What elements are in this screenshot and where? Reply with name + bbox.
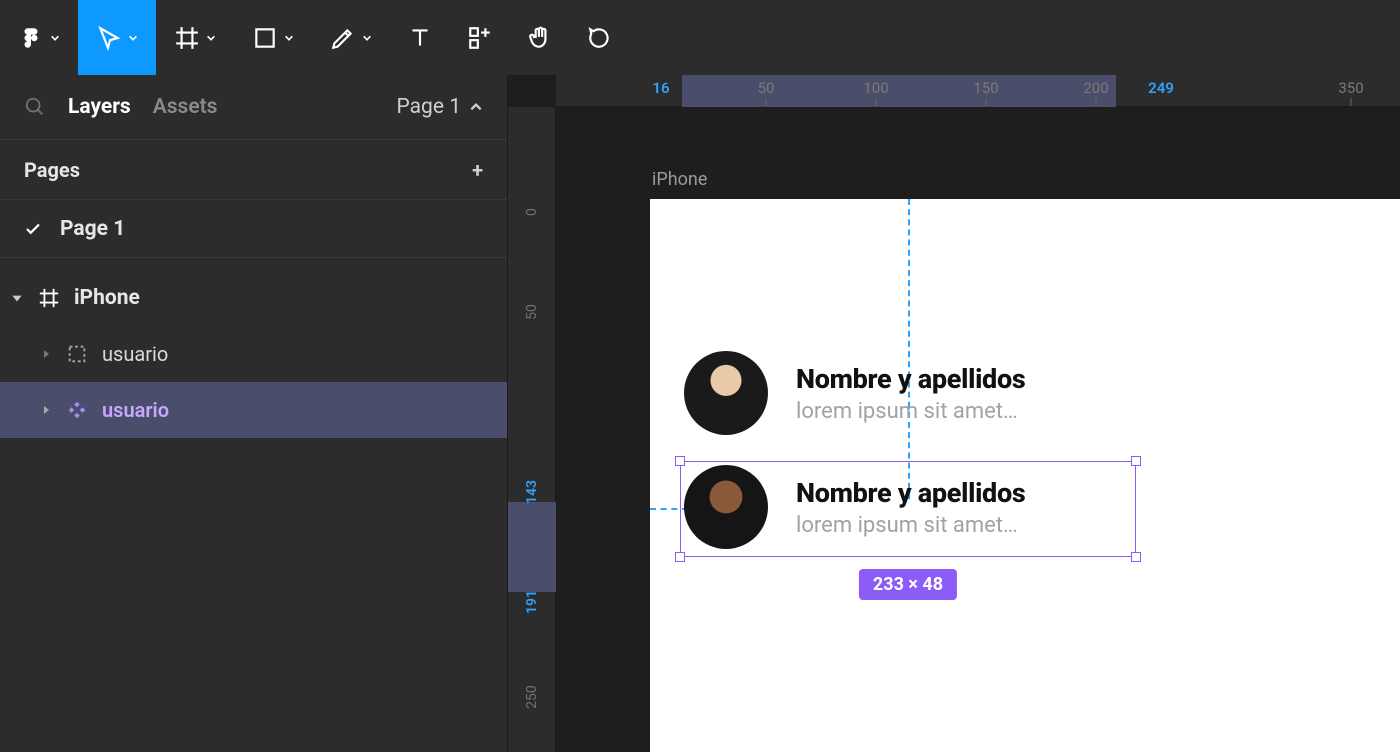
chevron-down-icon xyxy=(50,33,60,43)
text-icon xyxy=(407,25,433,51)
pen-icon xyxy=(330,25,356,51)
component-icon xyxy=(66,399,88,421)
toolbar xyxy=(0,0,1400,75)
frame-title[interactable]: iPhone xyxy=(652,169,707,190)
layer-frame-row[interactable]: iPhone xyxy=(0,270,507,326)
comment-icon xyxy=(587,25,613,51)
frame-tool-button[interactable] xyxy=(156,0,234,75)
vertical-ruler[interactable]: 0 50 143 191 250 xyxy=(508,107,556,752)
user-card-text: Nombre y apellidos lorem ipsum sit amet… xyxy=(796,363,1025,424)
layer-name: usuario xyxy=(102,342,168,366)
page-dropdown-label: Page 1 xyxy=(397,95,462,119)
resources-button[interactable] xyxy=(450,0,510,75)
figma-menu-button[interactable] xyxy=(0,0,78,75)
ruler-tick-label: 250 xyxy=(524,673,540,721)
ruler-tick-label: 200 xyxy=(1083,79,1108,97)
user-name: Nombre y apellidos xyxy=(796,363,1025,395)
hand-tool-button[interactable] xyxy=(510,0,570,75)
layer-row-selected[interactable]: usuario xyxy=(0,382,507,438)
user-card[interactable]: Nombre y apellidos lorem ipsum sit amet… xyxy=(684,351,1025,435)
caret-right-icon xyxy=(40,404,52,416)
ruler-highlight xyxy=(682,75,1116,107)
frame-name: iPhone xyxy=(74,286,140,310)
chevron-down-icon xyxy=(362,33,372,43)
left-panel: Layers Assets Page 1 Pages + Page 1 iPho… xyxy=(0,75,508,752)
shape-tool-button[interactable] xyxy=(234,0,312,75)
move-tool-button[interactable] xyxy=(78,0,156,75)
canvas-area: 16 50 100 150 200 249 350 0 50 143 191 2… xyxy=(508,75,1400,752)
guide-vertical xyxy=(908,199,910,499)
figma-logo-icon xyxy=(18,25,44,51)
ruler-tick-label: 150 xyxy=(973,79,998,97)
chevron-up-icon xyxy=(469,100,483,114)
ruler-tick-label: 50 xyxy=(758,79,775,97)
panel-tabs: Layers Assets Page 1 xyxy=(0,75,507,140)
hand-icon xyxy=(527,25,553,51)
pages-section-header: Pages + xyxy=(0,140,507,200)
caret-right-icon xyxy=(40,348,52,360)
horizontal-ruler[interactable]: 16 50 100 150 200 249 350 xyxy=(556,75,1400,107)
ruler-tick-label: 249 xyxy=(1148,79,1174,97)
check-icon xyxy=(24,220,42,238)
frame-dashed-icon xyxy=(66,343,88,365)
tab-layers[interactable]: Layers xyxy=(68,95,131,119)
tab-assets[interactable]: Assets xyxy=(153,95,218,119)
selection-handle[interactable] xyxy=(675,552,685,562)
selection-dimensions: 233 × 48 xyxy=(859,569,957,600)
add-page-button[interactable]: + xyxy=(472,160,483,180)
page-dropdown[interactable]: Page 1 xyxy=(397,95,484,119)
canvas[interactable]: iPhone Nombre y apellidos lorem ipsum si… xyxy=(556,107,1400,752)
layer-name: usuario xyxy=(102,398,169,422)
ruler-tick-label: 100 xyxy=(863,79,888,97)
ruler-tick-label: 143 xyxy=(524,468,540,516)
ruler-tick-label: 16 xyxy=(652,79,669,97)
page-name: Page 1 xyxy=(60,217,125,241)
pen-tool-button[interactable] xyxy=(312,0,390,75)
selection-handle[interactable] xyxy=(1131,552,1141,562)
selection-bounds[interactable] xyxy=(680,461,1136,557)
ruler-tick-label: 0 xyxy=(524,188,540,236)
ruler-tick-label: 191 xyxy=(524,578,540,626)
rectangle-icon xyxy=(252,25,278,51)
selection-handle[interactable] xyxy=(675,456,685,466)
chevron-down-icon xyxy=(128,33,138,43)
cursor-icon xyxy=(96,25,122,51)
chevron-down-icon xyxy=(284,33,294,43)
search-icon[interactable] xyxy=(24,96,46,118)
frame-icon xyxy=(38,287,60,309)
user-subtitle: lorem ipsum sit amet… xyxy=(796,399,1025,424)
frame-icon xyxy=(174,25,200,51)
caret-down-icon xyxy=(10,291,24,305)
selection-handle[interactable] xyxy=(1131,456,1141,466)
text-tool-button[interactable] xyxy=(390,0,450,75)
comment-tool-button[interactable] xyxy=(570,0,630,75)
ruler-tick-label: 350 xyxy=(1338,79,1363,97)
ruler-tick-label: 50 xyxy=(524,288,540,336)
chevron-down-icon xyxy=(206,33,216,43)
resources-icon xyxy=(467,25,493,51)
avatar xyxy=(684,351,768,435)
pages-title: Pages xyxy=(24,158,80,182)
layer-row[interactable]: usuario xyxy=(0,326,507,382)
page-row[interactable]: Page 1 xyxy=(0,200,507,258)
